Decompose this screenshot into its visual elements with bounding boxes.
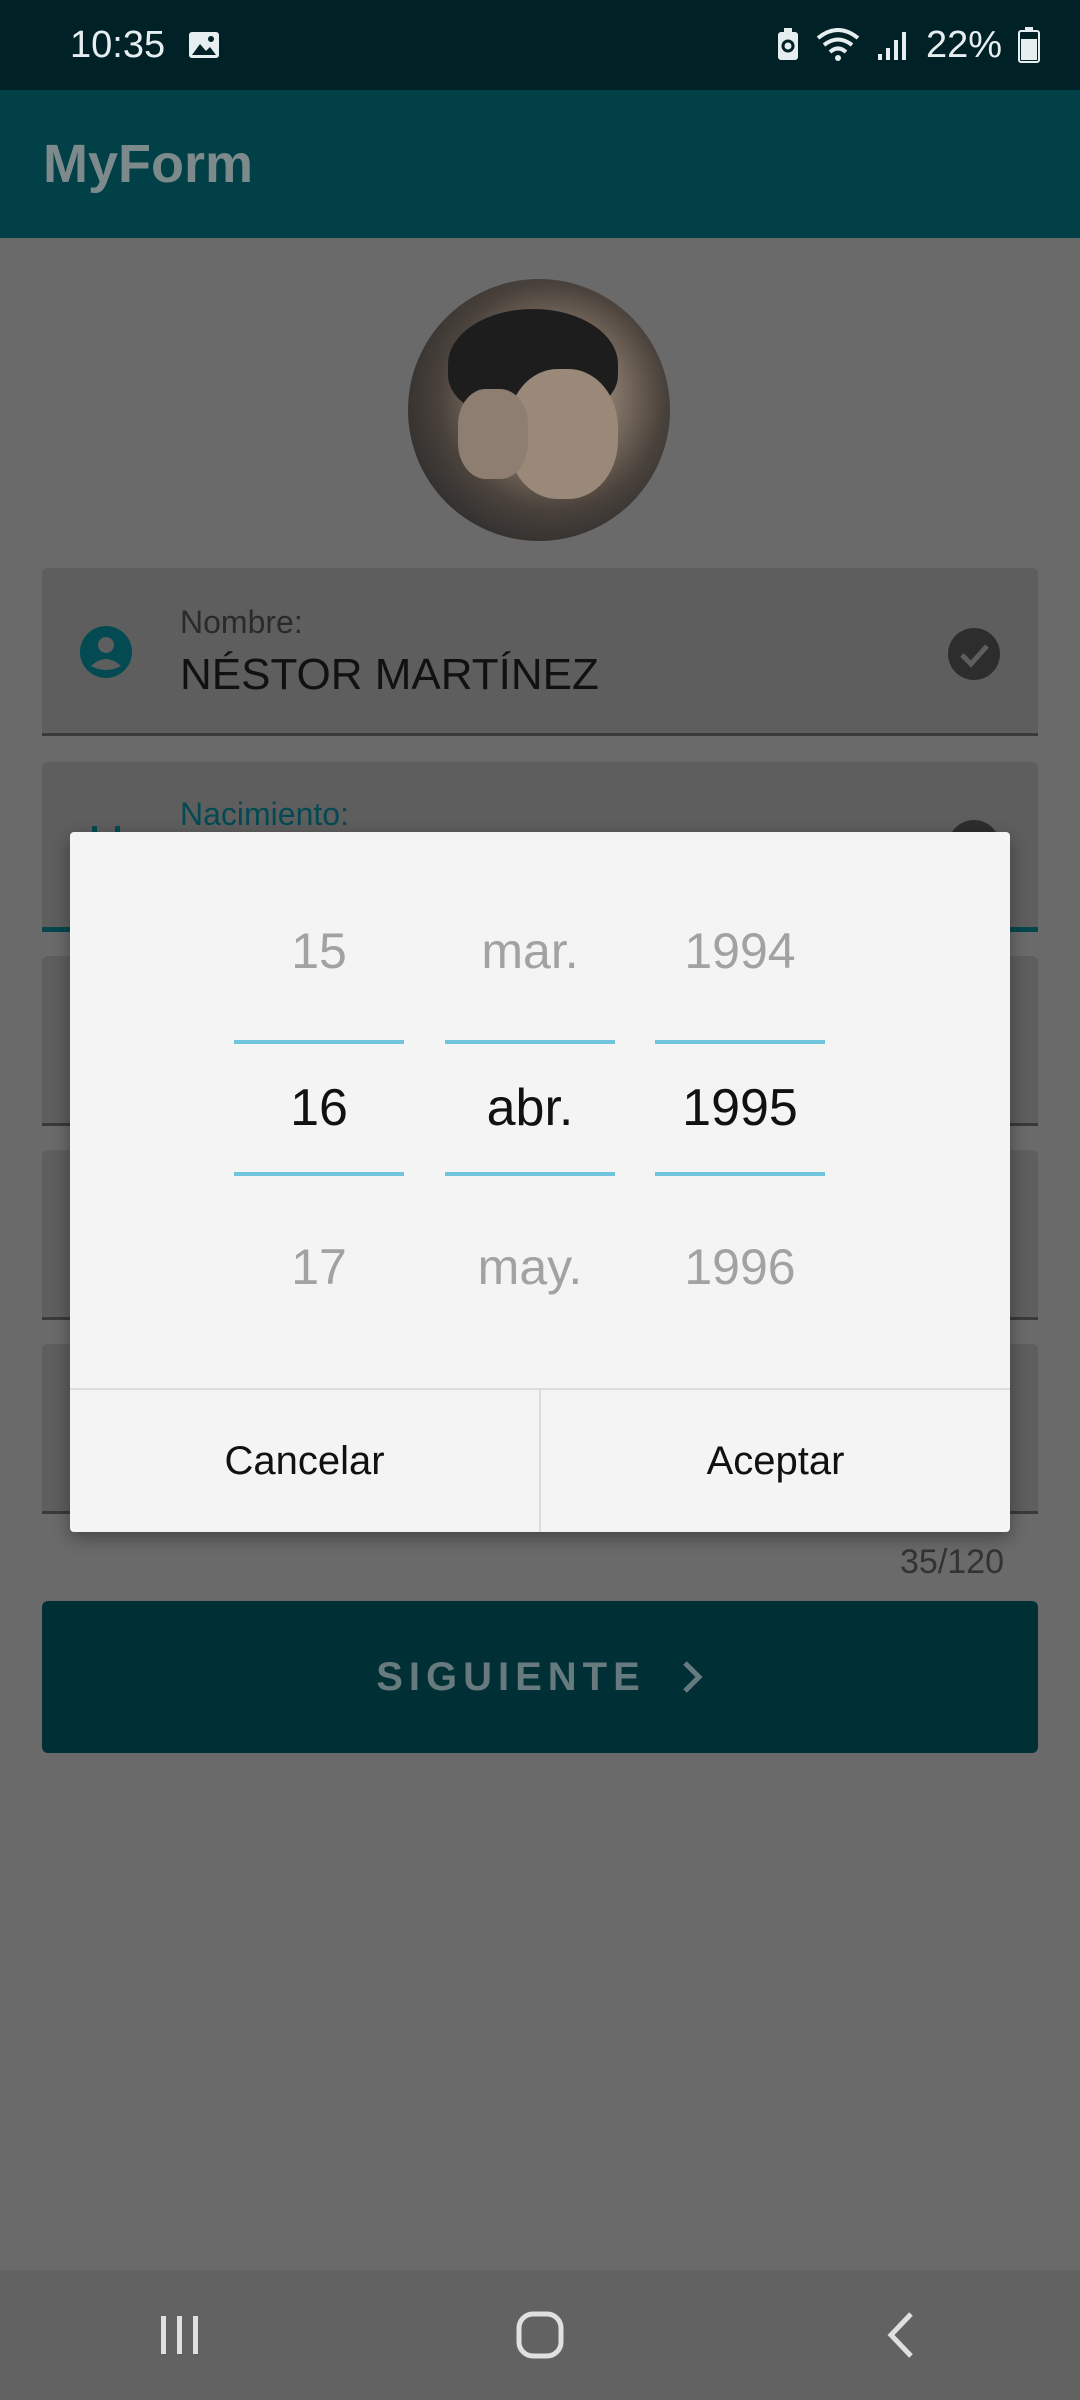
month-selected[interactable]: abr. <box>445 1078 615 1138</box>
year-next[interactable]: 1996 <box>655 1238 825 1296</box>
character-counter: 35/120 <box>900 1543 1004 1581</box>
name-label: Nombre: <box>180 604 303 640</box>
home-icon <box>516 2311 564 2359</box>
month-picker[interactable]: mar. abr. may. <box>445 832 615 1387</box>
day-selected[interactable]: 16 <box>234 1078 404 1138</box>
person-icon <box>80 626 132 678</box>
signal-icon <box>877 32 906 60</box>
cancel-button[interactable]: Cancelar <box>70 1390 539 1532</box>
home-button[interactable] <box>480 2285 600 2385</box>
avatar-hand <box>458 389 528 479</box>
recent-apps-button[interactable] <box>120 2285 240 2385</box>
month-next[interactable]: may. <box>445 1238 615 1296</box>
back-icon <box>887 2312 913 2358</box>
year-prev[interactable]: 1994 <box>655 922 825 980</box>
year-picker[interactable]: 1994 1995 1996 <box>655 832 825 1387</box>
day-next[interactable]: 17 <box>234 1238 404 1296</box>
name-field[interactable]: Nombre: NÉSTOR MARTÍNEZ <box>42 568 1038 736</box>
day-divider-top <box>234 1040 404 1044</box>
birth-label: Nacimiento: <box>180 796 349 832</box>
day-divider-bottom <box>234 1172 404 1176</box>
profile-avatar[interactable] <box>408 279 670 541</box>
app-title: MyForm <box>43 134 254 194</box>
back-button[interactable] <box>840 2285 960 2385</box>
year-divider-bottom <box>655 1172 825 1176</box>
accept-button[interactable]: Aceptar <box>539 1390 1010 1532</box>
day-picker[interactable]: 15 16 17 <box>234 832 404 1387</box>
battery-saver-icon <box>777 28 798 60</box>
next-button[interactable]: SIGUIENTE <box>42 1601 1038 1753</box>
system-nav-bar <box>0 2270 1080 2400</box>
year-divider-top <box>655 1040 825 1044</box>
wifi-icon <box>816 28 860 61</box>
date-picker-dialog: 15 16 17 mar. abr. may. 1994 1995 1996 C… <box>70 832 1010 1532</box>
app-bar: MyForm <box>0 90 1080 238</box>
clock: 10:35 <box>70 23 166 66</box>
recent-apps-icon <box>161 2316 198 2354</box>
battery-percent: 22% <box>925 23 1002 66</box>
chevron-right-icon <box>683 1661 703 1693</box>
image-icon <box>189 32 220 58</box>
status-right: 22% <box>776 24 1040 67</box>
month-prev[interactable]: mar. <box>445 922 615 980</box>
status-left: 10:35 <box>70 24 221 67</box>
status-bar: 10:35 22% <box>0 0 1080 90</box>
month-divider-top <box>445 1040 615 1044</box>
dialog-actions: Cancelar Aceptar <box>70 1388 1010 1532</box>
day-prev[interactable]: 15 <box>234 922 404 980</box>
next-button-label: SIGUIENTE <box>376 1654 646 1699</box>
month-divider-bottom <box>445 1172 615 1176</box>
check-icon <box>948 628 1000 680</box>
name-value: NÉSTOR MARTÍNEZ <box>180 650 599 699</box>
year-selected[interactable]: 1995 <box>655 1078 825 1138</box>
battery-icon <box>1018 27 1040 63</box>
